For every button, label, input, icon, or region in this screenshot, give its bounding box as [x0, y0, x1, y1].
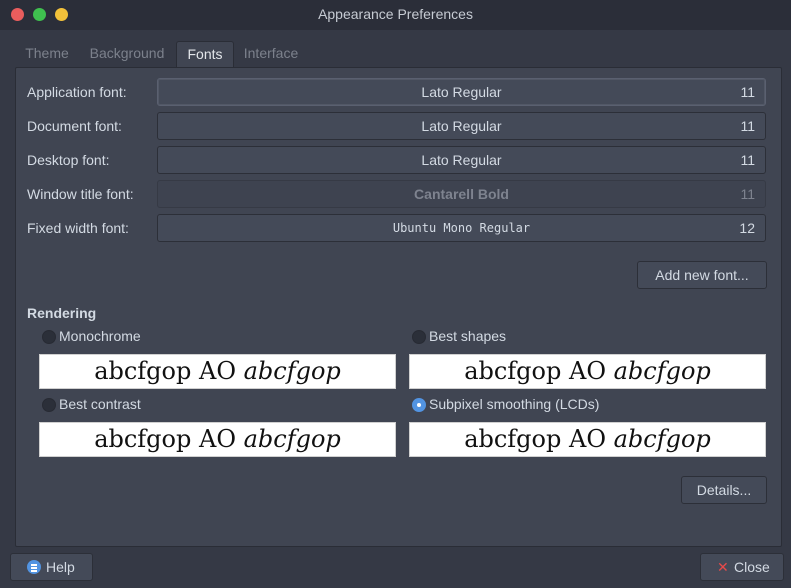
sample-text-italic: abcfgop — [613, 425, 711, 453]
fixed-width-font-size: 12 — [739, 220, 755, 236]
rendering-section-title: Rendering — [27, 305, 97, 321]
fixed-width-font-name: Ubuntu Mono Regular — [392, 221, 531, 235]
fixed-width-font-label: Fixed width font: — [27, 220, 129, 236]
best-shapes-sample[interactable]: abcfgop AO abcfgop — [409, 354, 766, 389]
window-title-font-label: Window title font: — [27, 186, 134, 202]
close-button[interactable]: ✕ Close — [700, 553, 784, 581]
best-shapes-label[interactable]: Best shapes — [429, 327, 506, 345]
sample-text-italic: abcfgop — [613, 357, 711, 385]
document-font-label: Document font: — [27, 118, 122, 134]
close-icon: ✕ — [717, 559, 729, 575]
monochrome-label[interactable]: Monochrome — [59, 327, 141, 345]
application-font-label: Application font: — [27, 84, 127, 100]
application-font-size: 11 — [740, 84, 755, 100]
title-bar[interactable]: Appearance Preferences — [0, 0, 791, 30]
subpixel-smoothing-sample[interactable]: abcfgop AO abcfgop — [409, 422, 766, 457]
window-title-font-name: Cantarell Bold — [414, 186, 509, 202]
sample-text-italic: abcfgop — [243, 357, 341, 385]
desktop-font-size: 11 — [740, 152, 755, 168]
monochrome-radio[interactable] — [42, 330, 56, 344]
help-icon — [27, 560, 41, 574]
document-font-size: 11 — [740, 118, 755, 134]
sample-text-italic: abcfgop — [243, 425, 341, 453]
help-button[interactable]: Help — [10, 553, 93, 581]
help-button-label: Help — [46, 559, 75, 575]
best-contrast-label[interactable]: Best contrast — [59, 395, 141, 413]
document-font-name: Lato Regular — [421, 118, 502, 134]
desktop-font-label: Desktop font: — [27, 152, 110, 168]
tab-theme[interactable]: Theme — [16, 41, 78, 67]
document-font-button[interactable]: Lato Regular 11 — [157, 112, 766, 140]
tab-fonts[interactable]: Fonts — [176, 41, 234, 68]
best-shapes-radio[interactable] — [412, 330, 426, 344]
add-new-font-button[interactable]: Add new font... — [637, 261, 767, 289]
window-title-font-button: Cantarell Bold 11 — [157, 180, 766, 208]
sample-text-regular: abcfgop AO — [464, 357, 614, 385]
window-title-font-size: 11 — [740, 186, 755, 202]
best-contrast-radio[interactable] — [42, 398, 56, 412]
subpixel-smoothing-label[interactable]: Subpixel smoothing (LCDs) — [429, 395, 599, 413]
fixed-width-font-button[interactable]: Ubuntu Mono Regular 12 — [157, 214, 766, 242]
sample-text-regular: abcfgop AO — [464, 425, 614, 453]
monochrome-sample[interactable]: abcfgop AO abcfgop — [39, 354, 396, 389]
desktop-font-button[interactable]: Lato Regular 11 — [157, 146, 766, 174]
sample-text-regular: abcfgop AO — [94, 425, 244, 453]
application-font-name: Lato Regular — [421, 84, 502, 100]
close-button-label: Close — [734, 559, 770, 575]
best-contrast-sample[interactable]: abcfgop AO abcfgop — [39, 422, 396, 457]
window-title: Appearance Preferences — [318, 6, 473, 22]
application-font-button[interactable]: Lato Regular 11 — [157, 78, 766, 106]
details-button[interactable]: Details... — [681, 476, 767, 504]
sample-text-regular: abcfgop AO — [94, 357, 244, 385]
tab-background[interactable]: Background — [86, 41, 168, 67]
desktop-font-name: Lato Regular — [421, 152, 502, 168]
tab-interface[interactable]: Interface — [238, 41, 304, 67]
subpixel-smoothing-radio[interactable] — [412, 398, 426, 412]
